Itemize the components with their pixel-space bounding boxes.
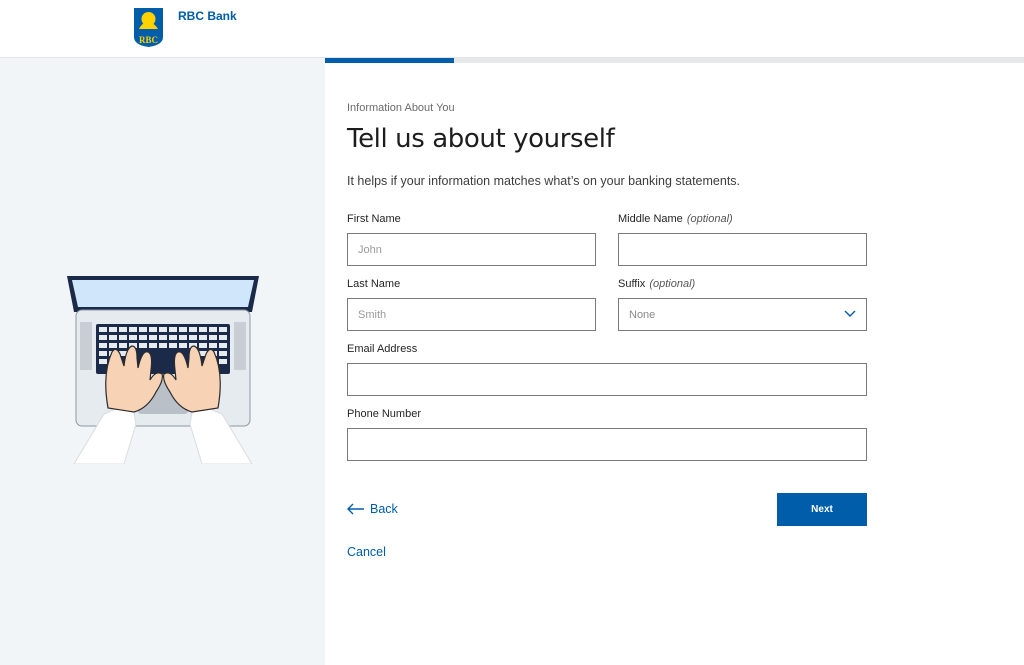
rbc-shield-logo-icon: RBC [134,8,163,47]
progress-fill [325,58,455,63]
progress-bar [325,58,1024,63]
last-name-label: Last Name [347,278,401,290]
phone-input[interactable] [347,428,867,461]
cancel-link[interactable]: Cancel [347,545,386,559]
first-name-input[interactable] [347,233,596,266]
suffix-select[interactable]: None [618,298,867,331]
suffix-selected-value: None [629,308,656,321]
middle-name-label: Middle Name (optional) [618,213,733,225]
next-button[interactable]: Next [777,493,867,526]
middle-name-input[interactable] [618,233,867,266]
step-eyebrow: Information About You [347,102,455,114]
back-link[interactable]: Back [347,502,398,516]
laptop-typing-illustration-icon [67,276,259,464]
optional-tag: (optional) [686,213,733,225]
page-title: Tell us about yourself [347,124,615,154]
suffix-label: Suffix (optional) [618,278,696,290]
email-label: Email Address [347,343,418,355]
last-name-input[interactable] [347,298,596,331]
email-input[interactable] [347,363,867,396]
site-header: RBC RBC Bank [0,0,1024,58]
first-name-label: First Name [347,213,401,225]
svg-text:RBC: RBC [139,35,158,45]
phone-label: Phone Number [347,408,421,420]
optional-tag: (optional) [649,278,696,290]
illustration-panel [0,58,325,665]
page-subtitle: It helps if your information matches wha… [347,174,741,188]
brand-logo[interactable]: RBC RBC Bank [133,7,237,48]
back-label: Back [370,502,398,516]
chevron-down-icon [844,310,856,317]
arrow-left-icon [347,503,364,515]
brand-name: RBC Bank [178,9,237,23]
